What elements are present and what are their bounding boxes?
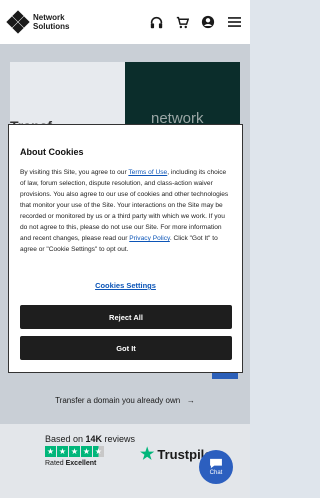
logo-line1: Network [33,13,65,22]
hero-right-text: network [151,110,204,124]
logo-line2: Solutions [33,22,70,31]
cookie-text-part1: By visiting this Site, you agree to our [20,169,129,176]
cart-icon[interactable] [174,14,190,30]
logo-icon [6,10,30,34]
review-count-value: 14K [85,434,103,444]
chat-bubble-icon [210,458,222,469]
reject-all-button[interactable]: Reject All [20,305,232,329]
site-header: Network Solutions [0,0,250,44]
star-icon: ★ [69,446,80,457]
star-rating: ★ ★ ★ ★ ★ [45,446,104,457]
account-icon[interactable] [200,14,216,30]
cookie-settings-link[interactable]: Cookies Settings [20,281,231,290]
headset-icon[interactable] [148,14,164,30]
cookie-dialog: About Cookies By visiting this Site, you… [8,124,243,373]
rating-label: Rated Excellent [45,460,96,467]
terms-of-use-link[interactable]: Terms of Use [128,169,167,176]
rating-value: Excellent [65,460,97,467]
chat-label: Chat [209,470,223,476]
review-suffix: reviews [102,434,136,444]
half-star-icon: ★ [93,446,104,457]
trustpilot-star-icon: ★ [140,446,155,463]
logo[interactable]: Network Solutions [6,10,69,34]
transfer-link[interactable]: Transfer a domain you already own → [0,396,250,405]
star-icon: ★ [57,446,68,457]
cookie-title: About Cookies [20,147,84,157]
menu-icon[interactable] [226,14,242,30]
review-prefix: Based on [45,434,86,444]
arrow-right-icon: → [182,396,195,405]
got-it-button[interactable]: Got It [20,336,232,360]
star-icon: ★ [45,446,56,457]
review-count: Based on 14K reviews [45,434,135,444]
cookie-text: By visiting this Site, you agree to our … [20,167,231,255]
transfer-link-label: Transfer a domain you already own [55,396,181,405]
logo-text: Network Solutions [33,13,69,31]
privacy-policy-link[interactable]: Privacy Policy [129,235,170,242]
star-icon: ★ [81,446,92,457]
rated-prefix: Rated [45,460,66,467]
hero-left-panel [10,62,125,124]
cookie-text-part2: , including its choice of law, forum sel… [20,169,229,242]
hero-right-panel: network [125,62,240,124]
chat-button[interactable]: Chat [199,450,233,484]
